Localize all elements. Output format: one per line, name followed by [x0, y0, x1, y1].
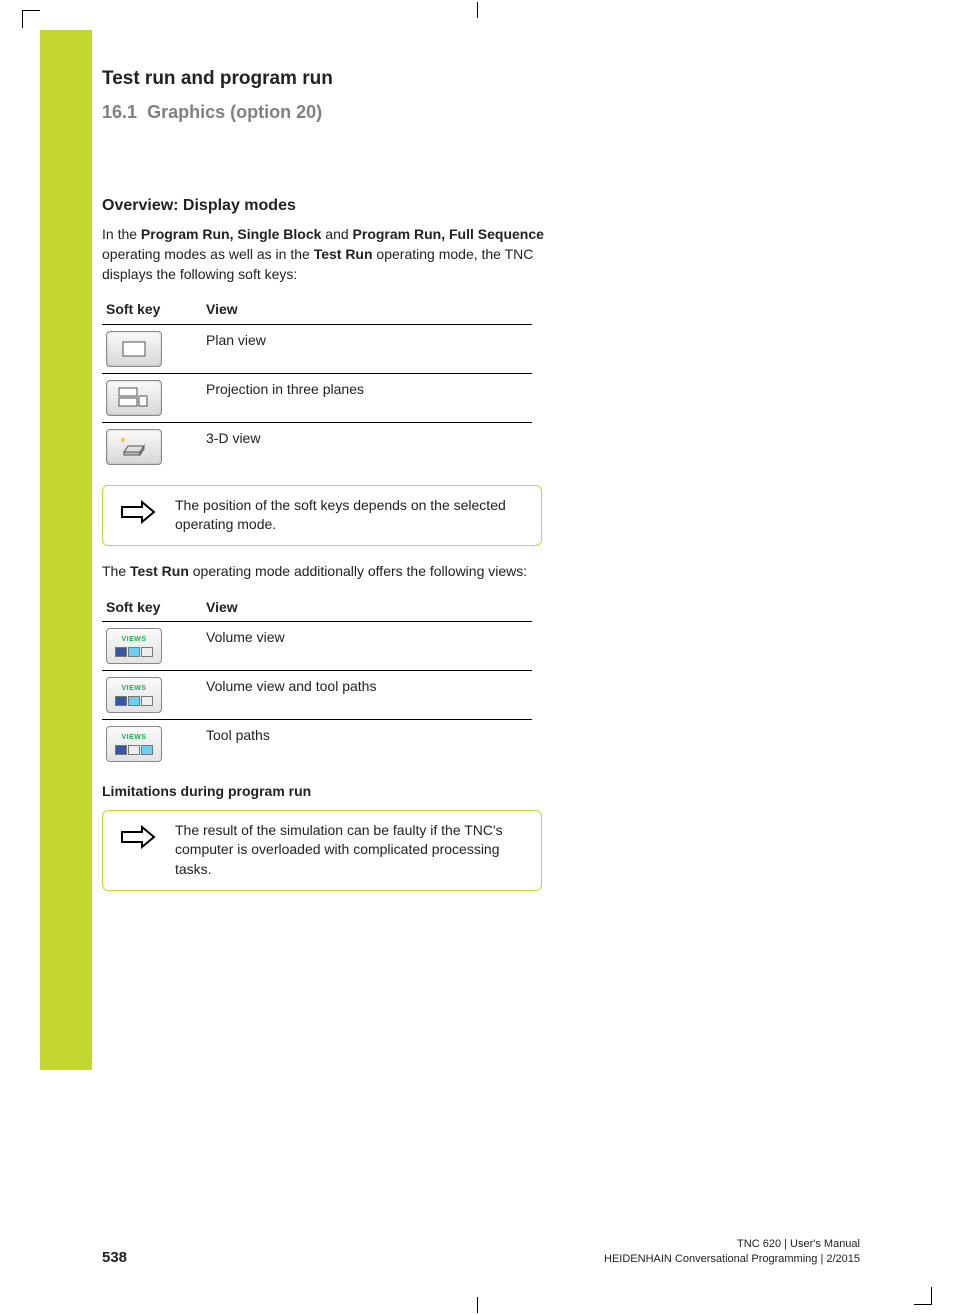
plan-view-icon	[119, 339, 149, 359]
views-label: VIEWS	[121, 733, 146, 743]
doc-subtitle: HEIDENHAIN Conversational Programming | …	[604, 1252, 860, 1266]
softkey-table-2: Soft key View VIEWS Volume view	[102, 592, 532, 769]
intro-paragraph: In the Program Run, Single Block and Pro…	[102, 225, 582, 284]
mid-paragraph: The Test Run operating mode additionally…	[102, 562, 582, 582]
table2-row0-view: Volume view	[202, 622, 532, 671]
arrow-right-icon	[118, 824, 158, 850]
table2-row1-view: Volume view and tool paths	[202, 671, 532, 720]
note2-text: The result of the simulation can be faul…	[175, 821, 529, 880]
note-box-2: The result of the simulation can be faul…	[102, 810, 542, 891]
views-tabs-icon	[115, 647, 153, 657]
chapter-sidebar	[40, 30, 92, 1070]
page: 16 Test run and program run 16.1 Graphic…	[40, 30, 920, 1284]
overview-heading: Overview: Display modes	[102, 195, 582, 217]
table1-header-softkey: Soft key	[102, 294, 202, 324]
section-number: 16.1	[102, 102, 137, 122]
views-label: VIEWS	[121, 635, 146, 645]
section-name: Graphics (option 20)	[147, 102, 322, 122]
table1-row2-view: 3-D view	[202, 422, 532, 471]
doc-title: TNC 620 | User's Manual	[604, 1237, 860, 1251]
limitations-heading: Limitations during program run	[102, 782, 582, 802]
table2-header-softkey: Soft key	[102, 592, 202, 622]
softkey-volume-view[interactable]: VIEWS	[106, 628, 162, 664]
views-label: VIEWS	[121, 684, 146, 694]
chapter-title: Test run and program run	[102, 68, 333, 90]
doc-info: TNC 620 | User's Manual HEIDENHAIN Conve…	[604, 1237, 860, 1266]
table1-row0-view: Plan view	[202, 324, 532, 373]
views-tabs-icon	[115, 745, 153, 755]
table2-row2-view: Tool paths	[202, 720, 532, 769]
three-planes-icon	[117, 386, 151, 410]
page-footer: 538 TNC 620 | User's Manual HEIDENHAIN C…	[102, 1237, 860, 1266]
table1-header-view: View	[202, 294, 532, 324]
note-box-1: The position of the soft keys depends on…	[102, 485, 542, 546]
table1-row1-view: Projection in three planes	[202, 373, 532, 422]
section-title: 16.1 Graphics (option 20)	[102, 102, 322, 123]
softkey-volume-toolpaths[interactable]: VIEWS	[106, 677, 162, 713]
table2-header-view: View	[202, 592, 532, 622]
softkey-toolpaths[interactable]: VIEWS	[106, 726, 162, 762]
views-tabs-icon	[115, 696, 153, 706]
page-number: 538	[102, 1249, 127, 1266]
softkey-three-planes[interactable]	[106, 380, 162, 416]
softkey-3d-view[interactable]	[106, 429, 162, 465]
3d-view-icon	[118, 436, 150, 458]
arrow-right-icon	[118, 499, 158, 525]
softkey-table-1: Soft key View Plan view	[102, 294, 532, 471]
main-content: Overview: Display modes In the Program R…	[102, 195, 582, 907]
softkey-plan-view[interactable]	[106, 331, 162, 367]
chapter-number: 16	[890, 66, 914, 92]
note1-text: The position of the soft keys depends on…	[175, 496, 529, 535]
